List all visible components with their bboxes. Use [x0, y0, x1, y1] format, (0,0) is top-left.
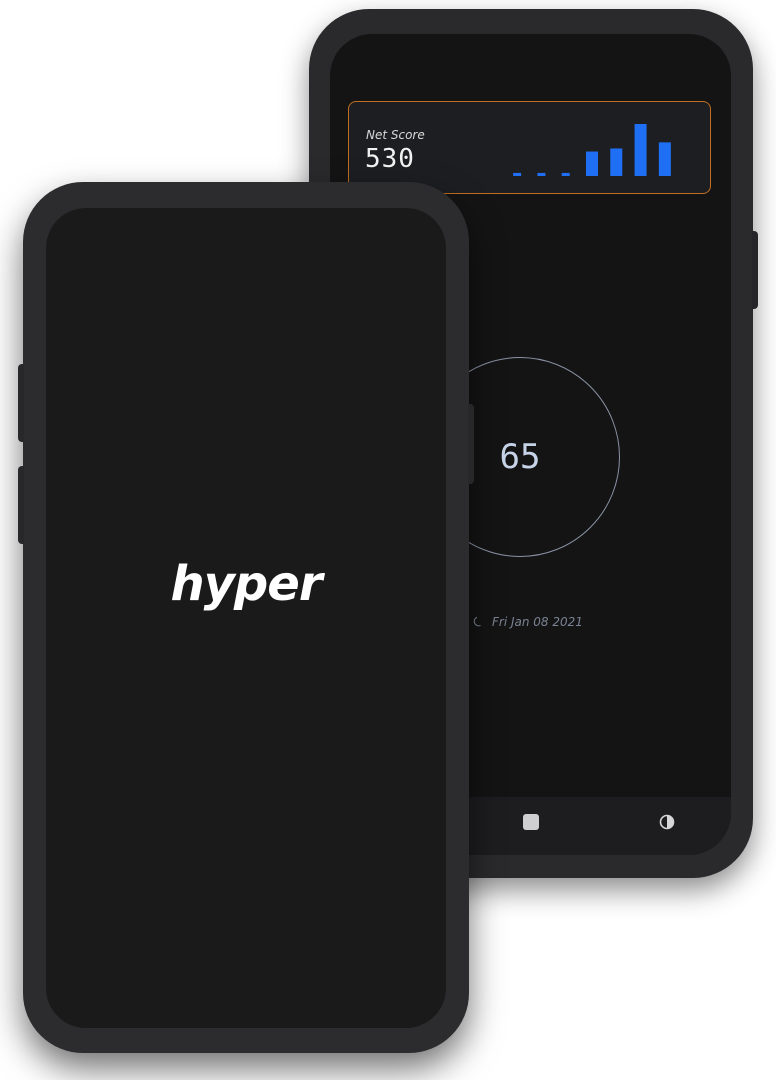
volume-down-button	[18, 466, 24, 544]
chart-bar-7	[658, 142, 671, 176]
net-score-bar-chart	[513, 124, 671, 176]
chart-bar-1	[513, 172, 522, 176]
moon-icon	[473, 616, 481, 627]
front-phone: hyper	[18, 182, 474, 1053]
hyper-logo: hyper	[170, 556, 322, 612]
chart-bar-3	[561, 172, 570, 176]
contrast-icon[interactable]	[659, 814, 675, 830]
volume-up-button	[18, 364, 24, 442]
date-row: Fri Jan 08 2021	[472, 615, 583, 629]
net-score-label: Net Score	[366, 128, 425, 142]
back-phone-side-button	[752, 231, 758, 309]
net-score-value: 530	[365, 144, 415, 174]
chart-bar-6	[634, 124, 647, 176]
chart-bar-5	[610, 148, 623, 176]
chart-bar-4	[586, 151, 598, 176]
square-icon[interactable]	[523, 814, 539, 830]
splash-screen: hyper	[46, 208, 446, 1028]
power-button	[468, 404, 474, 484]
net-score-card[interactable]: Net Score 530	[348, 101, 711, 194]
date-text: Fri Jan 08 2021	[492, 615, 583, 629]
chart-bar-2	[537, 172, 546, 176]
